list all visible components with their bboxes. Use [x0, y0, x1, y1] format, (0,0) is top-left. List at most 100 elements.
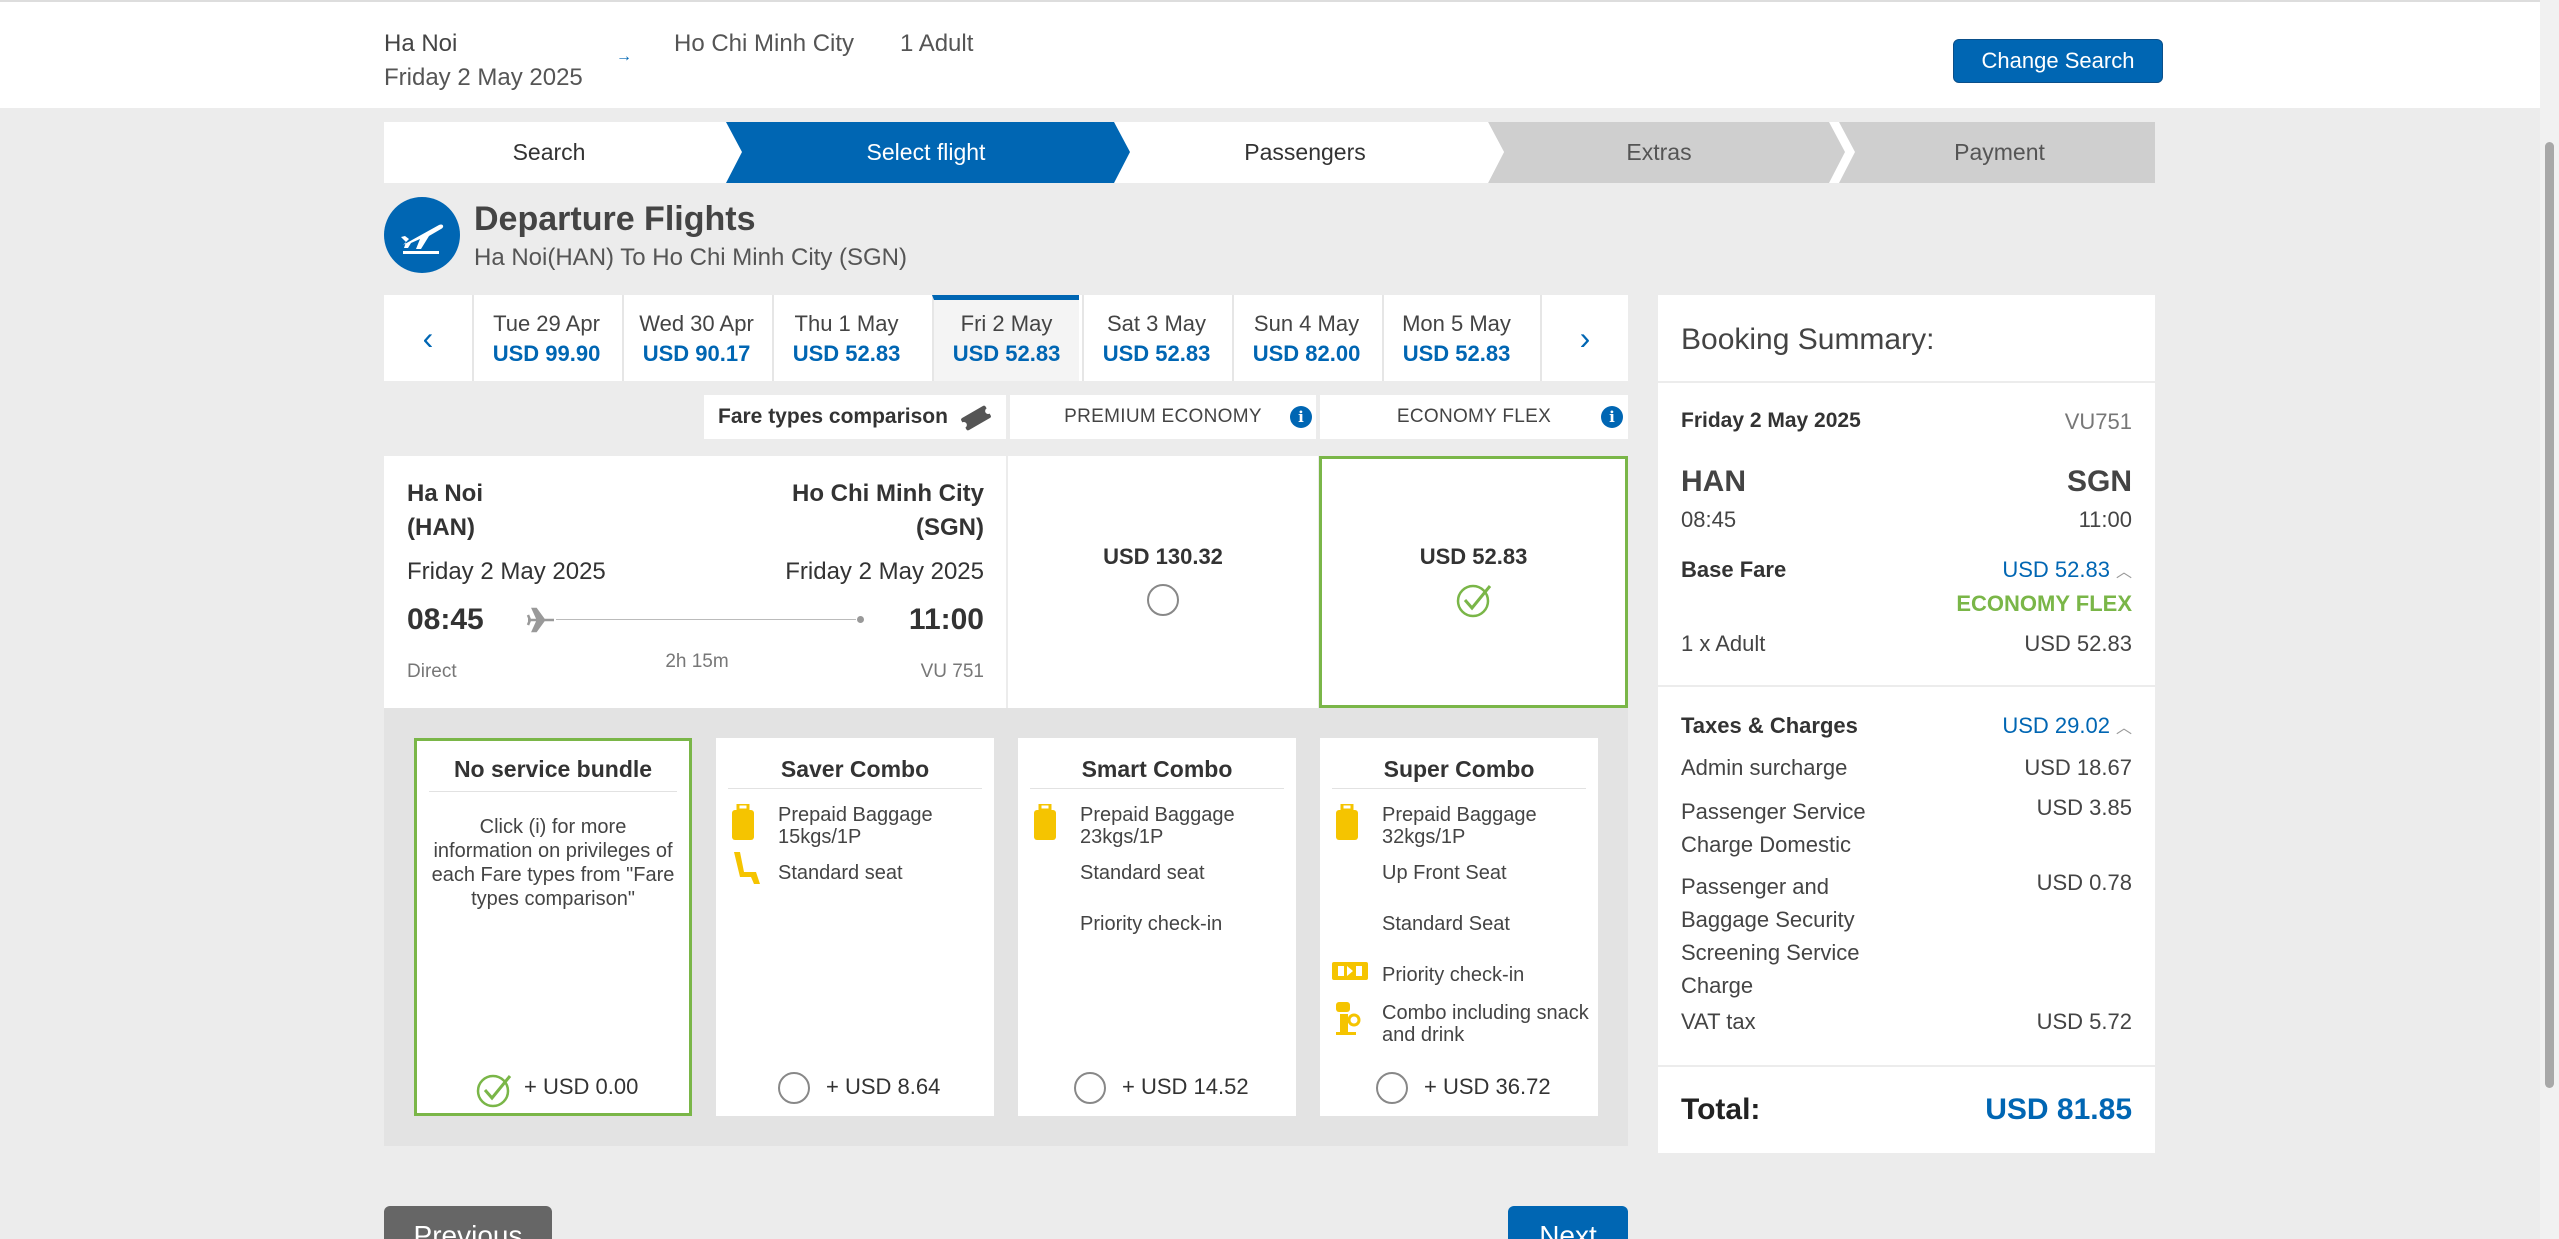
date-tab-selected[interactable]: Fri 2 May USD 52.83 [932, 295, 1079, 381]
scrollbar-thumb[interactable] [2545, 142, 2554, 1088]
fare-types-comparison-link[interactable]: Fare types comparison [704, 395, 1006, 439]
service-bundles: No service bundle Click (i) for more inf… [384, 708, 1628, 1146]
date-tab[interactable]: Mon 5 May USD 52.83 [1382, 295, 1529, 381]
date-tab-price: USD 52.83 [1402, 341, 1511, 366]
booking-progress: Search Select flight Passengers Extras P… [384, 122, 2155, 183]
next-button[interactable]: Next [1508, 1206, 1628, 1239]
to-code: (SGN) [916, 514, 984, 541]
summary-arr-time: 11:00 [2078, 507, 2132, 532]
chevron-up-icon: ︿ [2115, 720, 2132, 737]
next-dates-button[interactable]: › [1540, 295, 1628, 381]
bundle-price: + USD 36.72 [1424, 1074, 1551, 1099]
arrival-date: Friday 2 May 2025 [785, 558, 984, 585]
bundle-title: Super Combo [1383, 756, 1535, 782]
prev-dates-button[interactable]: ‹ [384, 295, 472, 381]
bundle-item: Priority check-in [1080, 913, 1223, 935]
no-service-bundle-card[interactable]: No service bundle Click (i) for more inf… [414, 738, 692, 1116]
route-subtitle: Ha Noi(HAN) To Ho Chi Minh City (SGN) [474, 244, 907, 271]
flight-duration: 2h 15m [665, 651, 729, 672]
total-value: USD 81.85 [1985, 1093, 2132, 1126]
flight-path-end-dot [857, 616, 864, 623]
bundle-title: Smart Combo [1081, 756, 1233, 782]
step-passengers: Passengers [1244, 139, 1366, 165]
smart-combo-card[interactable]: Smart Combo Prepaid Baggage 23kgs/1P Sta… [1018, 738, 1296, 1116]
to-city: Ho Chi Minh City [792, 480, 984, 507]
premium-economy-fare-option[interactable]: USD 130.32 [1008, 456, 1318, 708]
summary-to-code: SGN [2066, 465, 2132, 498]
taxes-label: Taxes & Charges [1681, 713, 1858, 738]
saver-combo-card[interactable]: Saver Combo Prepaid Baggage 15kgs/1P Sta… [716, 738, 994, 1116]
fare-types-bar: Fare types comparison PREMIUM ECONOMY i … [704, 395, 1628, 439]
baggage-icon [732, 804, 754, 840]
tax-value: USD 0.78 [2036, 870, 2132, 895]
previous-button[interactable]: Previous [384, 1206, 552, 1239]
fare-types-label: Fare types comparison [718, 405, 948, 428]
bundle-item: Combo including snack and drink [1382, 1002, 1589, 1046]
selected-check-icon[interactable] [1456, 581, 1494, 619]
bundle-item: Standard seat [778, 862, 903, 884]
summary-from-code: HAN [1681, 465, 1746, 498]
summary-divider [1658, 1065, 2155, 1067]
bundle-item: Prepaid Baggage 23kgs/1P [1080, 804, 1235, 848]
origin-city: Ha Noi [384, 30, 458, 57]
bundle-title: No service bundle [453, 756, 653, 782]
taxes-total: USD 29.02 [2002, 713, 2110, 738]
plane-icon [526, 607, 554, 633]
departure-time: 08:45 [407, 603, 484, 636]
bundle-divider [728, 788, 982, 789]
bundle-description: Click (i) for more information on privil… [431, 816, 675, 910]
change-search-button[interactable]: Change Search [1953, 39, 2163, 83]
taxes-toggle[interactable]: USD 29.02 ︿ [2002, 713, 2132, 739]
date-tab-label: Wed 30 Apr [639, 311, 754, 336]
date-tab[interactable]: Wed 30 Apr USD 90.17 [622, 295, 769, 381]
base-fare-toggle[interactable]: USD 52.83 ︿ [2002, 557, 2132, 583]
super-combo-card[interactable]: Super Combo Prepaid Baggage 32kgs/1P Up … [1320, 738, 1598, 1116]
date-tab[interactable]: Sun 4 May USD 82.00 [1232, 295, 1379, 381]
base-fare-value: USD 52.83 [2002, 557, 2110, 582]
arrival-time: 11:00 [908, 603, 984, 636]
seat-icon [734, 852, 760, 884]
premium-economy-radio[interactable] [1147, 584, 1179, 616]
flight-number: VU 751 [920, 661, 984, 682]
scrollbar[interactable] [2540, 0, 2559, 1239]
bundle-item: Standard seat [1080, 862, 1205, 884]
economy-flex-price: USD 52.83 [1419, 544, 1528, 569]
date-tab-label: Sat 3 May [1106, 311, 1207, 336]
bundle-radio[interactable] [1376, 1072, 1408, 1104]
info-icon[interactable]: i [1601, 406, 1623, 428]
ticket-icon [960, 405, 992, 431]
date-selector: ‹ Tue 29 Apr USD 99.90 Wed 30 Apr USD 90.1… [384, 295, 1628, 381]
baggage-icon [1336, 804, 1358, 840]
tax-label: VAT tax [1681, 1009, 1756, 1034]
bundle-radio[interactable] [778, 1072, 810, 1104]
bundle-item: Up Front Seat [1382, 862, 1507, 884]
summary-flight-number: VU751 [2064, 409, 2132, 434]
premium-economy-label: PREMIUM ECONOMY [1064, 406, 1262, 427]
tax-label: Passenger and Baggage Security Screening… [1681, 874, 1860, 998]
date-tab-label: Sun 4 May [1253, 311, 1360, 336]
departure-plane-icon [384, 197, 460, 273]
economy-flex-fare-option[interactable]: USD 52.83 [1319, 456, 1628, 708]
flight-path-line [556, 619, 856, 620]
bundle-item: Prepaid Baggage 32kgs/1P [1382, 804, 1537, 848]
from-city: Ha Noi [407, 480, 484, 507]
date-tab-label: Tue 29 Apr [493, 311, 600, 336]
bundle-divider [1030, 788, 1284, 789]
step-search[interactable]: Search [384, 122, 714, 183]
booking-summary-panel: Booking Summary: Friday 2 May 2025 VU751… [1658, 295, 2155, 1153]
bundle-title: Saver Combo [780, 756, 930, 782]
adult-price: USD 52.83 [2024, 631, 2132, 656]
chevron-right-icon: › [1579, 319, 1591, 356]
summary-title: Booking Summary: [1681, 323, 1935, 356]
date-tab[interactable]: Tue 29 Apr USD 99.90 [472, 295, 619, 381]
date-tab[interactable]: Thu 1 May USD 52.83 [772, 295, 919, 381]
tax-label: Passenger Service Charge Domestic [1681, 799, 1866, 857]
date-tab[interactable]: Sat 3 May USD 52.83 [1082, 295, 1229, 381]
total-label: Total: [1681, 1093, 1761, 1126]
step-select-flight: Select flight [866, 139, 986, 165]
info-icon[interactable]: i [1290, 406, 1312, 428]
bundle-radio[interactable] [1074, 1072, 1106, 1104]
chevron-left-icon: ‹ [422, 319, 434, 356]
date-tab-label: Fri 2 May [960, 311, 1053, 336]
selected-check-icon[interactable] [476, 1071, 514, 1109]
